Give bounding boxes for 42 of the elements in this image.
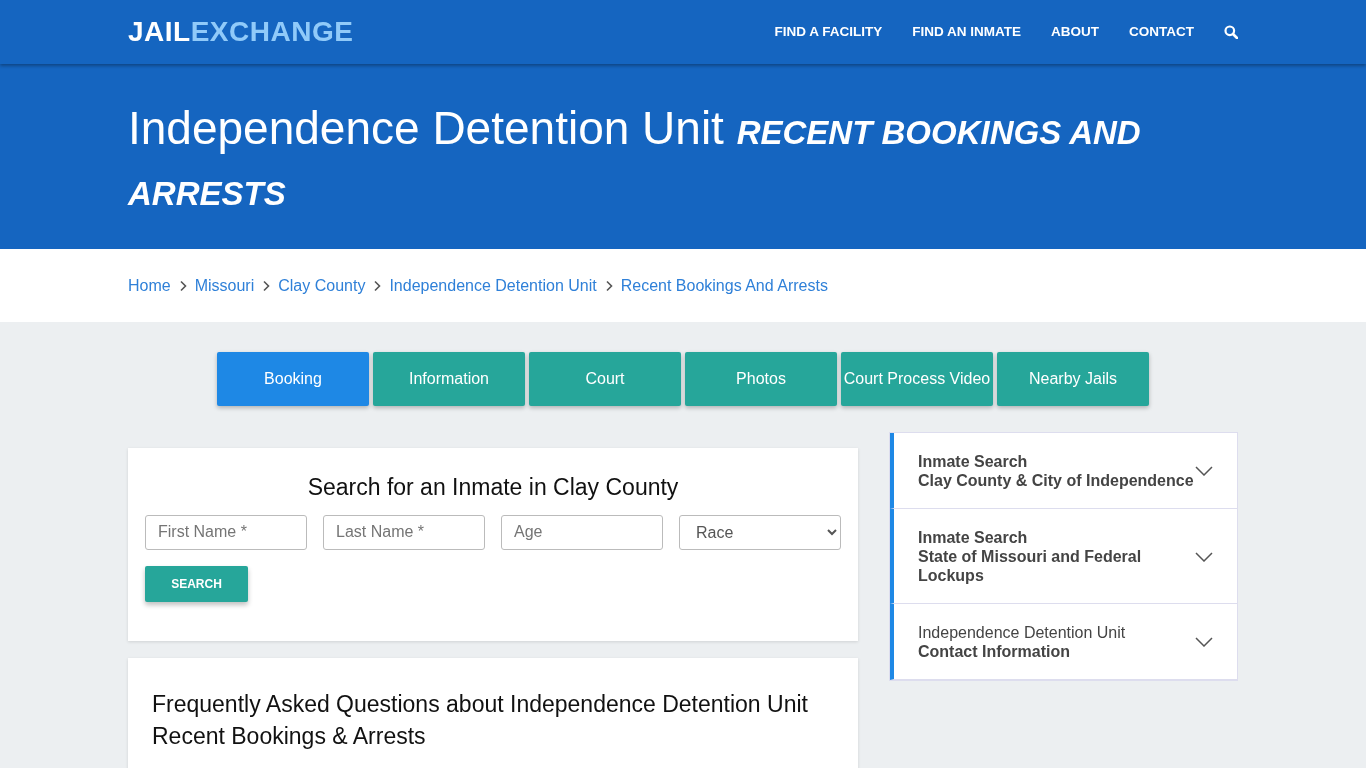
logo-text-accent[interactable]: EXCHANGE: [190, 16, 354, 47]
nav-link[interactable]: FIND AN INMATE: [912, 21, 1021, 43]
page-heading: Independence Detention Unit RECENT BOOKINGS AND ARRESTS: [128, 101, 1142, 214]
chevron-down-icon: [1195, 637, 1213, 647]
chevron-right-icon: [604, 279, 613, 292]
tab[interactable]: Booking: [217, 352, 369, 406]
logo-text[interactable]: JAIL: [128, 16, 191, 47]
tab[interactable]: Court Process Video: [841, 352, 993, 406]
tab[interactable]: Court: [529, 352, 681, 406]
chevron-down-icon: [1195, 466, 1213, 476]
breadcrumb-link[interactable]: Recent Bookings And Arrests: [620, 273, 828, 298]
input-field[interactable]: Last Name *: [323, 514, 485, 550]
tab[interactable]: Information: [373, 352, 525, 406]
accordion-item[interactable]: Inmate Search State of Missouri and Federal Lockups: [890, 509, 1237, 604]
nav-link[interactable]: ABOUT: [1051, 21, 1099, 43]
accordion-label: State of Missouri and Federal Lockups: [918, 547, 1143, 585]
breadcrumb-link[interactable]: Clay County: [278, 273, 366, 298]
faq-heading: Frequently Asked Questions about Independence Detention Unit Recent Bookings & Arrests: [152, 689, 809, 751]
tab[interactable]: Photos: [685, 352, 837, 406]
tab[interactable]: Nearby Jails: [997, 352, 1149, 406]
accordion-label: Contact Information: [918, 642, 1071, 661]
nav-link[interactable]: CONTACT: [1129, 21, 1194, 43]
search-title: Search for an Inmate in Clay County: [306, 473, 680, 502]
breadcrumb-link[interactable]: Missouri: [194, 273, 255, 298]
breadcrumb-link[interactable]: Home: [128, 273, 171, 298]
accordion-item[interactable]: Independence Detention Unit Contact Information: [890, 604, 1237, 680]
breadcrumb-link[interactable]: Independence Detention Unit: [389, 273, 597, 298]
accordion-label: Clay County & City of Independence: [918, 471, 1195, 490]
search-icon[interactable]: [1224, 25, 1238, 39]
accordion-item[interactable]: Inmate Search Clay County & City of Independence: [890, 433, 1237, 509]
race-select[interactable]: Race: [679, 514, 841, 550]
nav-link[interactable]: FIND A FACILITY: [774, 21, 883, 43]
chevron-down-icon: [1195, 551, 1213, 562]
accordion-label: Inmate Search: [918, 528, 1029, 547]
chevron-right-icon: [262, 279, 271, 292]
input-field[interactable]: Age: [501, 514, 663, 550]
input-field[interactable]: First Name *: [145, 514, 307, 550]
search-button[interactable]: SEARCH: [145, 565, 248, 602]
accordion-label: Inmate Search: [918, 452, 1029, 471]
chevron-right-icon: [373, 279, 382, 292]
accordion-label: Independence Detention Unit: [918, 623, 1127, 642]
chevron-right-icon: [178, 279, 187, 292]
